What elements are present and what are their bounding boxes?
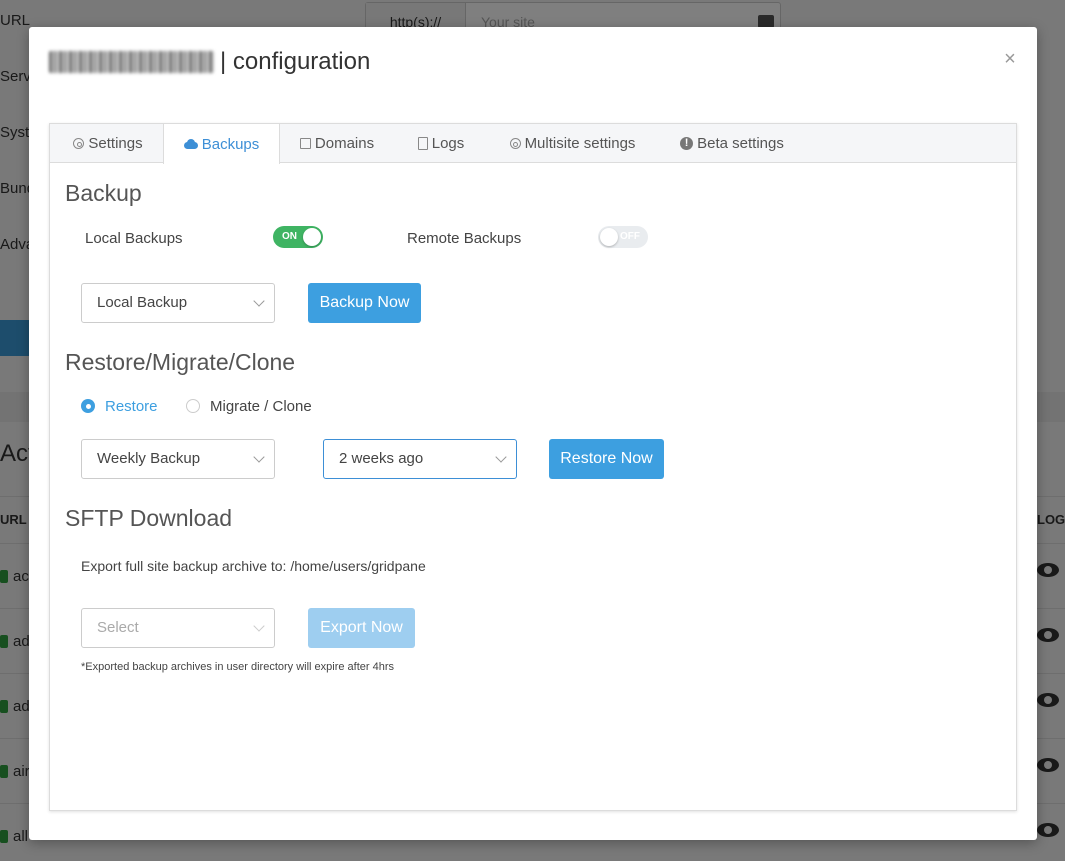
tab-label: Settings xyxy=(88,135,143,152)
sftp-description: Export full site backup archive to: /hom… xyxy=(81,558,426,574)
chevron-down-icon xyxy=(253,451,265,463)
tab-bar: Settings Backups Domains Logs Multisite … xyxy=(50,124,1016,164)
restore-radio-label[interactable]: Restore xyxy=(105,398,158,415)
tab-domains[interactable]: Domains xyxy=(295,124,379,163)
remote-backups-toggle[interactable]: OFF xyxy=(598,226,648,248)
select-value: 2 weeks ago xyxy=(339,450,424,467)
toggle-on-text: ON xyxy=(282,231,297,242)
migrate-clone-radio[interactable] xyxy=(186,399,200,413)
tab-settings[interactable]: Settings xyxy=(68,124,148,163)
tab-logs[interactable]: Logs xyxy=(412,124,470,163)
tab-label: Backups xyxy=(201,135,260,153)
migrate-clone-radio-label[interactable]: Migrate / Clone xyxy=(210,398,312,415)
local-backups-toggle[interactable]: ON xyxy=(273,226,323,248)
export-now-button[interactable]: Export Now xyxy=(308,608,415,648)
tab-label: Domains xyxy=(314,135,375,152)
close-icon[interactable]: × xyxy=(1001,49,1019,69)
file-icon xyxy=(417,137,428,150)
export-expiry-note: *Exported backup archives in user direct… xyxy=(81,661,395,673)
configuration-modal: | configuration × Settings Backups Domai… xyxy=(29,27,1037,840)
sftp-heading: SFTP Download xyxy=(65,505,233,531)
cloud-upload-icon xyxy=(183,139,198,149)
blurred-domain-name xyxy=(49,51,214,73)
gear-icon xyxy=(509,138,521,149)
restore-point-select[interactable]: 2 weeks ago xyxy=(323,439,517,479)
backup-heading: Backup xyxy=(65,180,142,206)
toggle-knob xyxy=(600,228,618,246)
restore-backup-type-select[interactable]: Weekly Backup xyxy=(81,439,275,479)
edit-icon xyxy=(299,138,311,149)
select-placeholder: Select xyxy=(97,619,139,636)
local-backups-label: Local Backups xyxy=(85,230,183,247)
tab-label: Beta settings xyxy=(697,135,784,152)
toggle-knob xyxy=(303,228,321,246)
backup-now-button[interactable]: Backup Now xyxy=(308,283,421,323)
restore-radio[interactable] xyxy=(81,399,95,413)
tab-label: Logs xyxy=(431,135,465,152)
select-value: Local Backup xyxy=(97,294,188,311)
remote-backups-label: Remote Backups xyxy=(407,230,522,247)
restore-heading: Restore/Migrate/Clone xyxy=(65,349,296,375)
select-value: Weekly Backup xyxy=(97,450,201,467)
modal-title-text: | configuration xyxy=(220,48,371,75)
config-panel: Settings Backups Domains Logs Multisite … xyxy=(49,123,1017,811)
chevron-down-icon xyxy=(253,620,265,632)
backup-type-select[interactable]: Local Backup xyxy=(81,283,275,323)
toggle-off-text: OFF xyxy=(620,231,640,242)
modal-title: | configuration xyxy=(49,47,370,77)
gear-icon xyxy=(73,138,85,149)
tab-label: Multisite settings xyxy=(524,135,636,152)
export-destination-select[interactable]: Select xyxy=(81,608,275,648)
tab-beta-settings[interactable]: ! Beta settings xyxy=(677,124,787,163)
chevron-down-icon xyxy=(495,451,507,463)
tab-multisite-settings[interactable]: Multisite settings xyxy=(505,124,640,163)
info-icon: ! xyxy=(680,137,694,150)
chevron-down-icon xyxy=(253,295,265,307)
restore-now-button[interactable]: Restore Now xyxy=(549,439,664,479)
tab-backups[interactable]: Backups xyxy=(163,124,280,164)
